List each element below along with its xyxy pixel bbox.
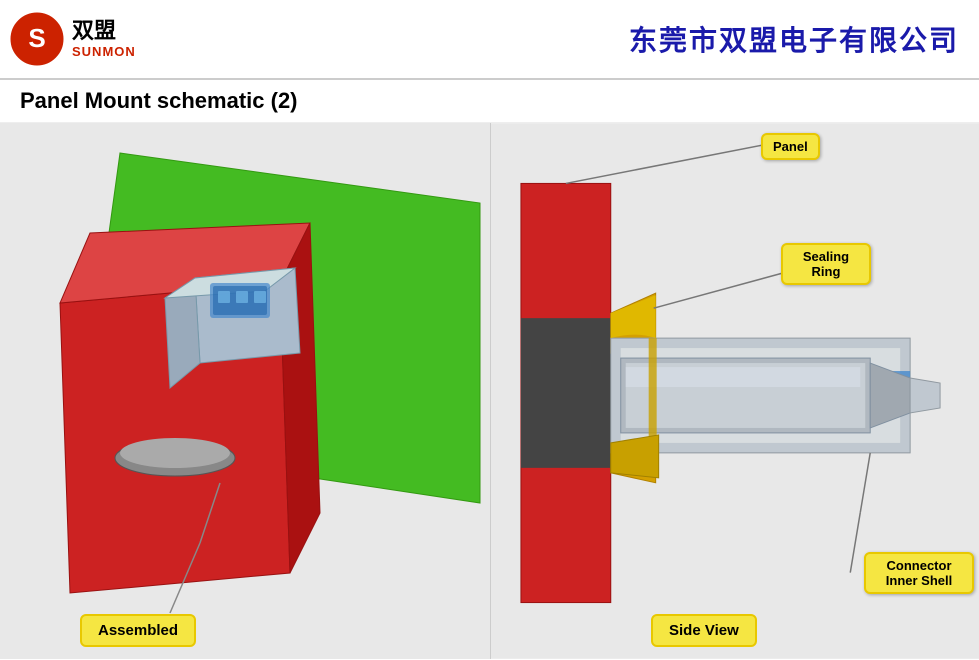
page-title: Panel Mount schematic (2) [20, 88, 298, 113]
right-diagram: Panel SealingRing ConnectorInner Shell S… [491, 123, 979, 659]
connector-inner-shell-text: ConnectorInner Shell [886, 558, 952, 588]
sealing-ring-text: SealingRing [803, 249, 849, 279]
side-view-label: Side View [651, 614, 757, 647]
logo-area: S 双盟 SUNMON [10, 12, 136, 66]
logo-english: SUNMON [72, 44, 136, 59]
left-diagram: Assembled [0, 123, 490, 659]
company-name: 东莞市双盟电子有限公司 [629, 19, 959, 59]
left-panel: Assembled [0, 123, 490, 659]
panel-callout: Panel [761, 133, 820, 160]
main-content: Assembled [0, 123, 979, 659]
page-title-bar: Panel Mount schematic (2) [0, 80, 979, 123]
assembled-label: Assembled [80, 614, 196, 647]
svg-text:S: S [28, 23, 45, 53]
assembled-diagram-svg [0, 123, 490, 659]
connector-inner-shell-callout: ConnectorInner Shell [864, 552, 974, 594]
sealing-ring-callout: SealingRing [781, 243, 871, 285]
right-panel: Panel SealingRing ConnectorInner Shell S… [490, 123, 979, 659]
logo-icon: S [10, 12, 64, 66]
logo-text-area: 双盟 SUNMON [72, 19, 136, 58]
logo-chinese: 双盟 [72, 19, 136, 43]
header: S 双盟 SUNMON 东莞市双盟电子有限公司 [0, 0, 979, 80]
